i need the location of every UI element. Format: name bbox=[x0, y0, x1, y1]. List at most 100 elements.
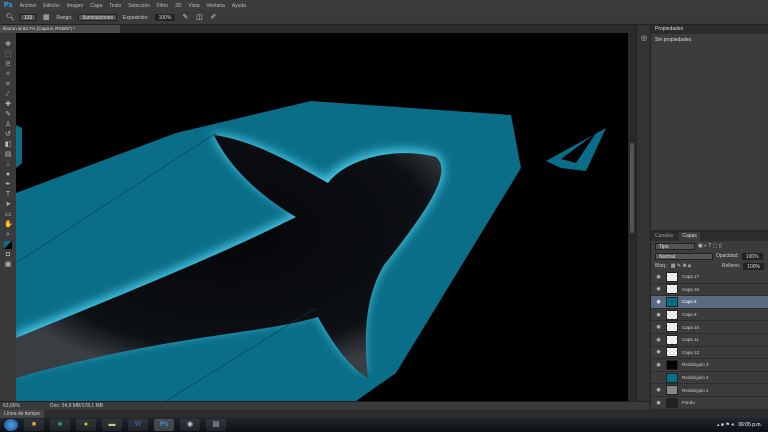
document-tab[interactable]: tiburon al 63,7% (Capa 8, RGB/8*) * bbox=[0, 25, 120, 33]
timeline-bar: Línea de tiempo bbox=[0, 410, 768, 418]
clock[interactable]: 06:05 p.m. bbox=[738, 422, 762, 428]
dodge-tool-icon[interactable]: 🔍︎ bbox=[6, 14, 15, 22]
properties-panel: Propiedades Sin propiedades bbox=[650, 25, 768, 230]
brush-panel-icon[interactable]: ▦ bbox=[42, 14, 50, 22]
dodge-tool-icon[interactable]: ● bbox=[4, 171, 12, 179]
eraser-icon[interactable]: ◧ bbox=[4, 141, 12, 149]
visibility-eye-icon[interactable]: ◉ bbox=[655, 274, 662, 280]
layer-row[interactable]: ◉ Capa 17 bbox=[651, 271, 768, 284]
layer-row[interactable]: ◉ Fondo bbox=[651, 397, 768, 410]
tab-layers[interactable]: Capas bbox=[679, 232, 700, 241]
exposure-input[interactable]: 100% bbox=[154, 14, 176, 21]
protect-tones-icon[interactable]: ◫ bbox=[195, 14, 203, 22]
range-select[interactable]: Iluminaciones bbox=[78, 14, 118, 21]
properties-tab[interactable]: Propiedades bbox=[651, 25, 768, 34]
timeline-tab[interactable]: Línea de tiempo bbox=[0, 410, 44, 418]
vertical-scrollbar[interactable] bbox=[628, 33, 636, 401]
layers-tabs: Canales Capas bbox=[651, 232, 768, 241]
blur-tool-icon[interactable]: 💧︎ bbox=[4, 161, 12, 169]
document-canvas[interactable] bbox=[16, 33, 628, 401]
color-swatches-icon[interactable] bbox=[4, 241, 12, 249]
visibility-eye-icon[interactable]: ◉ bbox=[655, 349, 662, 355]
options-bar: 🔍︎ 133 ▦ Rango: Iluminaciones Exposición… bbox=[0, 11, 768, 25]
type-tool-icon[interactable]: T bbox=[4, 191, 12, 199]
marquee-tool-icon[interactable]: ⬚ bbox=[4, 51, 12, 59]
fill-input[interactable]: 100% bbox=[743, 262, 764, 270]
layer-row[interactable]: ◉ Rectángulo 3 bbox=[651, 359, 768, 372]
history-brush-icon[interactable]: ↺ bbox=[4, 131, 12, 139]
layer-row[interactable]: ◉ Capa 10 bbox=[651, 321, 768, 334]
layer-thumbnail bbox=[666, 347, 678, 358]
windows-taskbar: ■ ■ ● ▬ W Ps ◉ ▤ ▴ ■ ⚑ 🔊︎ 06:05 p.m. bbox=[0, 418, 768, 432]
crop-tool-icon[interactable]: ⌗ bbox=[4, 81, 12, 89]
opacity-label: Opacidad: bbox=[716, 253, 739, 259]
visibility-eye-icon[interactable]: ◉ bbox=[655, 312, 662, 318]
layer-row[interactable]: Rectángulo 2 bbox=[651, 372, 768, 385]
pressure-icon[interactable]: ✐ bbox=[209, 14, 217, 22]
chrome-icon[interactable]: ● bbox=[76, 419, 96, 431]
layer-filter-select[interactable]: Tipo bbox=[655, 242, 695, 250]
filter-icons[interactable]: ▣ ◐ T ⬚ ▯ bbox=[698, 243, 722, 249]
zoom-level[interactable]: 63,66% bbox=[3, 403, 20, 409]
tab-channels[interactable]: Canales bbox=[655, 232, 673, 241]
visibility-eye-icon[interactable]: ◉ bbox=[655, 299, 662, 305]
screen-mode-icon[interactable]: ▣ bbox=[4, 261, 12, 269]
lasso-tool-icon[interactable]: ᘓ bbox=[4, 61, 12, 69]
menu-texto[interactable]: Texto bbox=[109, 3, 121, 9]
properties-panel-icon[interactable]: ◎ bbox=[640, 35, 648, 43]
shape-tool-icon[interactable]: ▭ bbox=[4, 211, 12, 219]
menu-archivo[interactable]: Archivo bbox=[20, 3, 37, 9]
quick-mask-icon[interactable]: ◘ bbox=[4, 251, 12, 259]
taskbar-app-2-icon[interactable]: ■ bbox=[50, 419, 70, 431]
photoshop-taskbar-icon[interactable]: Ps bbox=[154, 419, 174, 431]
brush-tool-icon[interactable]: ✎ bbox=[4, 111, 12, 119]
visibility-eye-icon[interactable]: ◉ bbox=[655, 387, 662, 393]
layer-row[interactable]: ◉ Capa 11 bbox=[651, 334, 768, 347]
visibility-eye-icon[interactable]: ◉ bbox=[655, 324, 662, 330]
visibility-eye-icon[interactable]: ◉ bbox=[655, 286, 662, 292]
menu-edicion[interactable]: Edición bbox=[43, 3, 59, 9]
brush-size[interactable]: 133 bbox=[20, 14, 37, 21]
layer-row[interactable]: ◉ Capa 8 bbox=[651, 296, 768, 309]
gradient-tool-icon[interactable]: ▤ bbox=[4, 151, 12, 159]
layer-row[interactable]: ◉ Capa 9 bbox=[651, 309, 768, 322]
menu-3d[interactable]: 3D bbox=[175, 3, 181, 9]
path-select-icon[interactable]: ➤ bbox=[4, 201, 12, 209]
visibility-eye-icon[interactable]: ◉ bbox=[655, 400, 662, 406]
stamp-tool-icon[interactable]: ♙ bbox=[4, 121, 12, 129]
eyedropper-icon[interactable]: ⁄ bbox=[4, 91, 12, 99]
layer-row[interactable]: ◉ Rectángulo 1 bbox=[651, 384, 768, 397]
hand-tool-icon[interactable]: ✋ bbox=[4, 221, 13, 229]
layer-row[interactable]: ◉ Capa 12 bbox=[651, 347, 768, 360]
menu-imagen[interactable]: Imagen bbox=[67, 3, 84, 9]
healing-brush-icon[interactable]: ✚ bbox=[4, 101, 12, 109]
airbrush-icon[interactable]: ✎ bbox=[181, 14, 189, 22]
menu-capa[interactable]: Capa bbox=[90, 3, 102, 9]
layer-row[interactable]: ◉ Capa 16 bbox=[651, 284, 768, 297]
taskbar-app-1-icon[interactable]: ■ bbox=[24, 419, 44, 431]
lock-icons[interactable]: ▦ ✎ ✥ 🔒︎ bbox=[671, 263, 691, 269]
panel-dock: ◎ bbox=[636, 25, 650, 401]
quick-select-icon[interactable]: ✧ bbox=[4, 71, 12, 79]
menu-seleccion[interactable]: Selección bbox=[128, 3, 150, 9]
menu-ventana[interactable]: Ventana bbox=[207, 3, 225, 9]
opacity-input[interactable]: 100% bbox=[741, 252, 763, 260]
layer-name: Rectángulo 1 bbox=[682, 387, 709, 393]
move-tool-icon[interactable]: ✥ bbox=[4, 41, 12, 49]
scroll-thumb[interactable] bbox=[630, 143, 634, 233]
tray-icons[interactable]: ▴ ■ ⚑ 🔊︎ bbox=[717, 422, 734, 428]
menu-filtro[interactable]: Filtro bbox=[157, 3, 168, 9]
word-icon[interactable]: W bbox=[128, 419, 148, 431]
pen-tool-icon[interactable]: ✒ bbox=[4, 181, 12, 189]
visibility-eye-icon[interactable]: ◉ bbox=[655, 337, 662, 343]
visibility-eye-icon[interactable]: ◉ bbox=[655, 362, 662, 368]
taskbar-app-4-icon[interactable]: ▤ bbox=[206, 419, 226, 431]
zoom-tool-icon[interactable]: ⌕ bbox=[4, 231, 12, 239]
start-button-icon[interactable] bbox=[4, 419, 18, 431]
layer-name: Rectángulo 2 bbox=[682, 375, 709, 381]
menu-vista[interactable]: Vista bbox=[188, 3, 199, 9]
menu-ayuda[interactable]: Ayuda bbox=[232, 3, 246, 9]
explorer-icon[interactable]: ▬ bbox=[102, 419, 122, 431]
taskbar-app-3-icon[interactable]: ◉ bbox=[180, 419, 200, 431]
blend-mode-select[interactable]: Normal bbox=[655, 252, 713, 260]
